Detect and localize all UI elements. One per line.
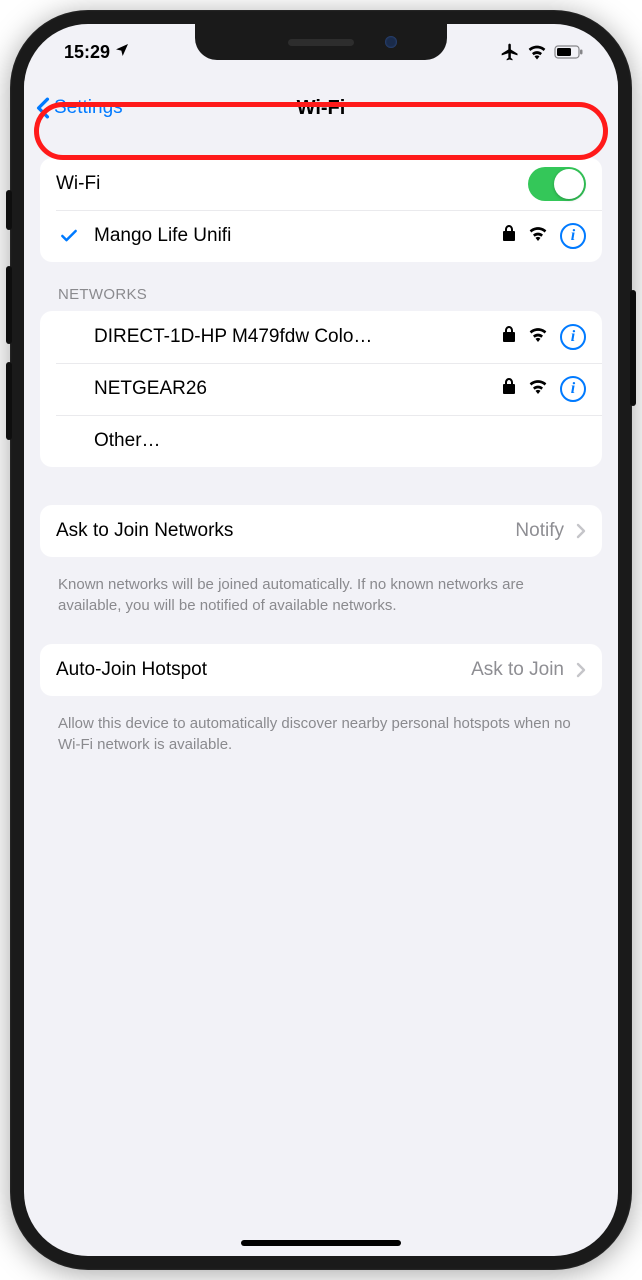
volume-down-button [6, 362, 12, 440]
auto-join-row[interactable]: Auto-Join Hotspot Ask to Join [40, 644, 602, 696]
airplane-icon [500, 42, 520, 62]
ask-to-join-footer: Known networks will be joined automatica… [40, 567, 602, 616]
lock-icon [502, 326, 516, 348]
scroll-area[interactable]: Wi-Fi Mango Life Unifi [24, 136, 618, 1256]
ask-to-join-value: Notify [515, 520, 564, 542]
other-network-row[interactable]: Other… [40, 415, 602, 467]
switch-knob [554, 169, 584, 199]
wifi-switch[interactable] [528, 167, 586, 201]
page-title: Wi-Fi [297, 97, 346, 120]
lock-icon [502, 378, 516, 400]
networks-header: Networks [40, 286, 602, 311]
auto-join-footer: Allow this device to automatically disco… [40, 706, 602, 755]
info-icon[interactable]: i [560, 324, 586, 350]
wifi-strength-icon [528, 326, 548, 348]
connected-network-row[interactable]: Mango Life Unifi i [40, 210, 602, 262]
info-icon[interactable]: i [560, 376, 586, 402]
auto-join-group: Auto-Join Hotspot Ask to Join [40, 644, 602, 696]
wifi-strength-icon [528, 378, 548, 400]
networks-group: DIRECT-1D-HP M479fdw Colo… i [40, 311, 602, 467]
nav-bar: Settings Wi-Fi [24, 80, 618, 136]
checkmark-icon [56, 226, 82, 246]
lock-icon [502, 225, 516, 247]
network-name: DIRECT-1D-HP M479fdw Colo… [94, 326, 490, 348]
wifi-toggle-label: Wi-Fi [56, 173, 516, 195]
ask-to-join-label: Ask to Join Networks [56, 520, 503, 542]
chevron-right-icon [576, 662, 586, 678]
chevron-right-icon [576, 523, 586, 539]
network-name: NETGEAR26 [94, 378, 490, 400]
back-button[interactable]: Settings [36, 80, 123, 136]
wifi-strength-icon [528, 225, 548, 247]
front-camera [385, 36, 397, 48]
notch [195, 24, 447, 60]
auto-join-label: Auto-Join Hotspot [56, 659, 459, 681]
screen: 15:29 [24, 24, 618, 1256]
ask-to-join-group: Ask to Join Networks Notify [40, 505, 602, 557]
home-indicator[interactable] [241, 1240, 401, 1246]
battery-icon [554, 45, 584, 59]
info-icon[interactable]: i [560, 223, 586, 249]
back-label: Settings [54, 97, 123, 119]
phone-frame: 15:29 [10, 10, 632, 1270]
location-icon [114, 42, 130, 63]
wifi-signal-icon [527, 44, 547, 60]
power-button [630, 290, 636, 406]
connected-network-name: Mango Life Unifi [94, 225, 490, 247]
other-label: Other… [94, 430, 586, 452]
network-row[interactable]: NETGEAR26 i [40, 363, 602, 415]
wifi-main-group: Wi-Fi Mango Life Unifi [40, 158, 602, 262]
silence-switch [6, 190, 12, 230]
volume-up-button [6, 266, 12, 344]
wifi-toggle-row[interactable]: Wi-Fi [40, 158, 602, 210]
auto-join-value: Ask to Join [471, 659, 564, 681]
ask-to-join-row[interactable]: Ask to Join Networks Notify [40, 505, 602, 557]
page-content: Settings Wi-Fi Wi-Fi [24, 24, 618, 1256]
earpiece-speaker [288, 39, 354, 46]
status-time: 15:29 [64, 42, 110, 63]
network-row[interactable]: DIRECT-1D-HP M479fdw Colo… i [40, 311, 602, 363]
